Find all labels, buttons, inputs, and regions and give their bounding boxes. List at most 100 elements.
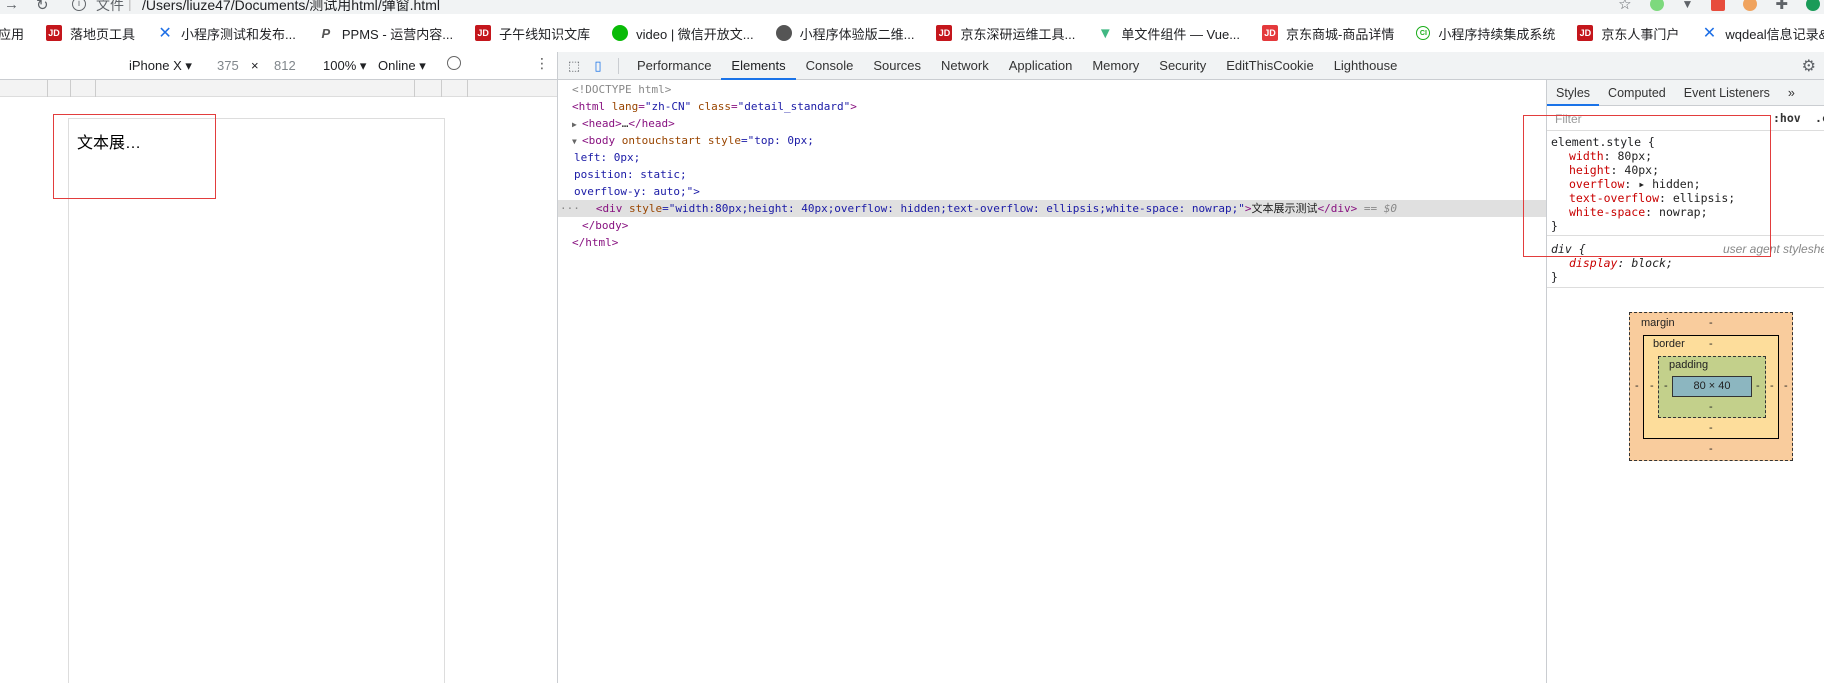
device-mode-icon[interactable]: ▯	[586, 52, 610, 80]
collapse-triangle-icon[interactable]: ▼	[572, 133, 582, 150]
border-bottom-value: -	[1709, 422, 1713, 434]
elements-tree: <!DOCTYPE html> <html lang="zh-CN" class…	[558, 80, 1546, 683]
forward-icon[interactable]: →	[4, 0, 19, 13]
tab-console[interactable]: Console	[796, 52, 864, 80]
bookmark-item[interactable]: ✕ 小程序测试和发布...	[157, 24, 296, 43]
rule-close-brace: }	[1551, 270, 1558, 284]
tag-end: >	[1244, 202, 1252, 215]
extension-cookie-icon[interactable]	[1743, 0, 1758, 11]
div-node-selected[interactable]: ··· <div style="width:80px;height: 40px;o…	[558, 200, 1546, 217]
bookmark-item[interactable]: P PPMS - 运营内容...	[318, 24, 454, 43]
more-dots-icon[interactable]: ···	[560, 202, 580, 215]
zoom-select[interactable]: 100% ▾	[323, 58, 366, 74]
bookmark-apps[interactable]: 应用	[0, 24, 24, 43]
divider	[618, 57, 619, 74]
height-input[interactable]: 812	[274, 58, 296, 73]
info-icon[interactable]: i	[72, 0, 86, 11]
ci-icon: CI	[1416, 26, 1431, 40]
doctype-node[interactable]: <!DOCTYPE html>	[572, 81, 671, 98]
tab-memory[interactable]: Memory	[1082, 52, 1149, 80]
tab-event-listeners[interactable]: Event Listeners	[1675, 80, 1779, 106]
url-input[interactable]: /Users/liuze47/Documents/测试用html/弹窗.html	[142, 0, 440, 14]
tab-application[interactable]: Application	[999, 52, 1083, 80]
box-model-content[interactable]: 80 × 40	[1672, 376, 1752, 397]
width-input[interactable]: 375	[217, 58, 239, 73]
tag-close: </div>	[1317, 202, 1358, 215]
attr-value: "zh-CN"	[644, 100, 692, 113]
bookmark-label: 京东商城-商品详情	[1286, 26, 1395, 42]
tab-lighthouse[interactable]: Lighthouse	[1324, 52, 1408, 80]
attr-value: "detail_standard"	[737, 100, 851, 113]
puzzle-icon[interactable]: ✚	[1775, 0, 1788, 13]
hov-toggle[interactable]: :hov	[1773, 111, 1801, 125]
ruler-tick	[414, 80, 415, 97]
star-icon[interactable]: ☆	[1618, 0, 1631, 13]
tab-styles[interactable]: Styles	[1547, 80, 1600, 106]
url-scheme: 文件	[96, 0, 124, 13]
bookmark-item[interactable]: video | 微信开放文...	[612, 24, 754, 43]
bookmark-item[interactable]: CI 小程序持续集成系统	[1416, 24, 1555, 43]
body-node[interactable]: ▼ <body ontouchstart style="top: 0px;	[572, 132, 814, 149]
inspect-icon[interactable]: ⬚	[562, 52, 586, 80]
more-tabs-icon[interactable]: »	[1779, 80, 1804, 106]
style-property: display: block;	[1569, 256, 1673, 270]
more-icon[interactable]: ⋮	[535, 55, 549, 72]
bookmark-label: 应用	[0, 26, 25, 42]
tag-name: <div	[595, 202, 623, 215]
tab-security[interactable]: Security	[1149, 52, 1216, 80]
bookmark-item[interactable]: JD 落地页工具	[46, 24, 135, 43]
expand-triangle-icon[interactable]: ▶	[572, 116, 582, 133]
bookmark-label: wqdeal信息记录&...	[1725, 26, 1824, 42]
settings-gear-icon[interactable]: ⚙	[1802, 56, 1816, 76]
avatar[interactable]	[1806, 0, 1820, 11]
border-right-value: -	[1770, 380, 1774, 392]
reload-icon[interactable]: ↻	[36, 0, 49, 14]
bookmark-item[interactable]: 小程序体验版二维...	[775, 24, 914, 43]
cls-toggle[interactable]: .cls	[1815, 111, 1824, 125]
attr-name: class	[691, 100, 731, 113]
console-ref: == $0	[1357, 202, 1398, 215]
tab-sources[interactable]: Sources	[863, 52, 931, 80]
body-style-line: left: 0px;	[574, 151, 641, 164]
bookmark-item[interactable]: JD 子午线知识文库	[475, 24, 590, 43]
highlight-box	[53, 114, 216, 199]
bookmark-item[interactable]: JD 京东商城-商品详情	[1262, 24, 1394, 43]
head-node[interactable]: ▶ <head>…</head>	[572, 115, 675, 132]
border-left-value: -	[1650, 380, 1654, 392]
rotate-icon[interactable]	[447, 56, 461, 70]
bookmark-item[interactable]: ▼ 单文件组件 — Vue...	[1097, 24, 1240, 43]
margin-right-value: -	[1784, 380, 1788, 392]
tag-name: <html	[572, 100, 606, 113]
tab-performance[interactable]: Performance	[627, 52, 721, 80]
html-node[interactable]: <html lang="zh-CN" class="detail_standar…	[572, 98, 857, 115]
tag-name: <body	[582, 134, 616, 147]
bookmark-item[interactable]: JD 京东人事门户	[1577, 24, 1679, 43]
address-bar: → ↻ i 文件 | /Users/liuze47/Documents/测试用h…	[0, 0, 1824, 14]
padding-left-value: -	[1664, 380, 1668, 392]
extension-v-icon[interactable]: ▼	[1682, 0, 1694, 11]
bookmark-item[interactable]: ✕ wqdeal信息记录&...	[1701, 24, 1824, 43]
url-separator: |	[128, 0, 132, 11]
extension-green-icon[interactable]	[1649, 0, 1664, 11]
jd-icon: JD	[1577, 25, 1594, 41]
jd-icon: JD	[475, 25, 492, 41]
tab-elements[interactable]: Elements	[721, 52, 796, 80]
padding-right-value: -	[1756, 380, 1760, 392]
network-select[interactable]: Online ▾	[378, 58, 426, 74]
jd-icon: JD	[46, 25, 63, 41]
extension-red-icon[interactable]	[1711, 0, 1726, 11]
ruler-tick	[467, 80, 468, 97]
bookmark-item[interactable]: JD 京东深研运维工具...	[936, 24, 1075, 43]
tab-editthiscookie[interactable]: EditThisCookie	[1216, 52, 1323, 80]
html-close-node[interactable]: </html>	[572, 234, 618, 251]
media-query-ruler[interactable]	[0, 80, 557, 97]
globe-icon	[775, 25, 792, 41]
devtools-tabbar: ⬚ ▯ Performance Elements Console Sources…	[558, 52, 1824, 80]
rule-divider	[1547, 287, 1824, 288]
tab-computed[interactable]: Computed	[1599, 80, 1675, 106]
attr-name: style	[622, 202, 663, 215]
margin-top-value: -	[1709, 317, 1713, 329]
body-close-node[interactable]: </body>	[582, 217, 628, 234]
tab-network[interactable]: Network	[931, 52, 999, 80]
device-select[interactable]: iPhone X ▾	[129, 58, 192, 74]
